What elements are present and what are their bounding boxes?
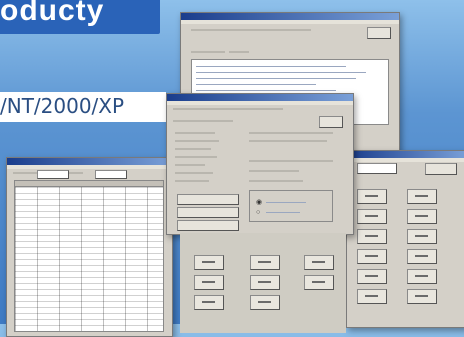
key[interactable] xyxy=(304,275,334,290)
radio-icon[interactable]: ○ xyxy=(256,209,260,216)
key[interactable] xyxy=(250,255,280,270)
back-window-button[interactable] xyxy=(367,27,391,39)
key[interactable] xyxy=(357,289,387,304)
key[interactable] xyxy=(357,209,387,224)
main-action-button[interactable] xyxy=(177,194,239,205)
main-action-button[interactable] xyxy=(177,220,239,231)
key[interactable] xyxy=(407,209,437,224)
keypad-top-button[interactable] xyxy=(425,163,457,175)
product-banner: oducty xyxy=(0,0,160,34)
key[interactable] xyxy=(194,275,224,290)
lower-keys-panel xyxy=(180,233,346,333)
options-group: ◉ ○ xyxy=(249,190,333,222)
key[interactable] xyxy=(250,295,280,310)
key[interactable] xyxy=(407,269,437,284)
key[interactable] xyxy=(194,295,224,310)
key[interactable] xyxy=(304,255,334,270)
key[interactable] xyxy=(357,229,387,244)
key[interactable] xyxy=(407,289,437,304)
key[interactable] xyxy=(194,255,224,270)
spreadsheet-window[interactable] xyxy=(6,157,173,337)
key[interactable] xyxy=(250,275,280,290)
spreadsheet-field[interactable] xyxy=(37,170,69,179)
banner-title: oducty xyxy=(0,0,105,27)
key[interactable] xyxy=(357,269,387,284)
back-window-titlebar[interactable] xyxy=(181,13,399,20)
key[interactable] xyxy=(407,189,437,204)
key[interactable] xyxy=(407,229,437,244)
spreadsheet-field-2[interactable] xyxy=(95,170,127,179)
key[interactable] xyxy=(357,249,387,264)
key[interactable] xyxy=(407,249,437,264)
main-window-button[interactable] xyxy=(319,116,343,128)
data-grid[interactable] xyxy=(14,186,164,332)
os-compatibility-text: /NT/2000/XP xyxy=(0,94,125,118)
keypad-titlebar[interactable] xyxy=(347,151,464,158)
main-window-titlebar[interactable] xyxy=(167,94,353,101)
main-action-button[interactable] xyxy=(177,207,239,218)
radio-icon[interactable]: ◉ xyxy=(256,199,262,206)
keypad-field[interactable] xyxy=(357,163,397,174)
keypad-window[interactable] xyxy=(346,150,464,328)
os-compatibility-strip: /NT/2000/XP xyxy=(0,92,166,122)
main-settings-window[interactable]: ◉ ○ xyxy=(166,93,354,235)
key[interactable] xyxy=(357,189,387,204)
spreadsheet-titlebar[interactable] xyxy=(7,158,172,165)
